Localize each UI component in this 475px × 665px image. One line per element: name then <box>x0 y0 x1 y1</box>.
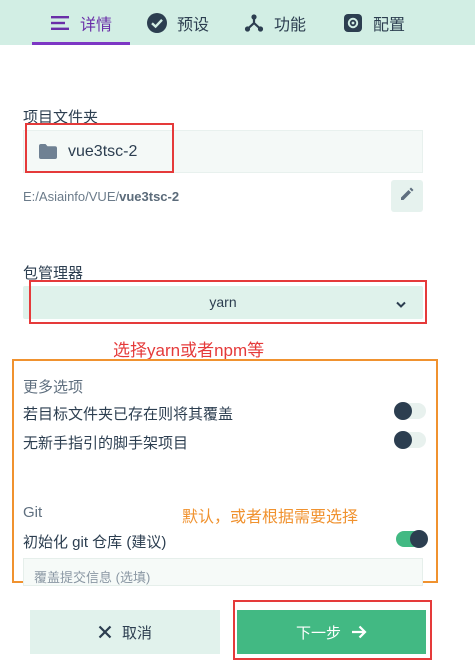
tab-features[interactable]: 功能 <box>244 0 306 45</box>
active-tab-indicator <box>32 42 130 45</box>
cancel-button[interactable]: 取消 <box>30 610 220 654</box>
no-guide-label: 无新手指引的脚手架项目 <box>23 435 189 452</box>
git-init-label: 初始化 git 仓库 (建议) <box>23 534 167 551</box>
annotation-select-box <box>29 280 427 324</box>
check-circle-icon <box>147 12 167 33</box>
overwrite-label: 若目标文件夹已存在则将其覆盖 <box>23 406 234 423</box>
folder-path-name: vue3tsc-2 <box>119 189 180 204</box>
edit-path-button[interactable] <box>391 180 423 212</box>
tab-config[interactable]: 配置 <box>343 0 405 45</box>
commit-message-input[interactable]: 覆盖提交信息 (选填) <box>23 558 423 586</box>
gear-icon <box>343 13 363 33</box>
pencil-icon <box>400 187 414 206</box>
tab-details[interactable]: 详情 <box>50 0 112 45</box>
annotation-default-note: 默认，或者根据需要选择 <box>182 509 359 526</box>
annotation-select-note: 选择yarn或者npm等 <box>113 341 265 360</box>
tab-label: 功能 <box>274 16 307 34</box>
toggle-knob <box>394 402 412 420</box>
tab-label: 配置 <box>373 16 406 34</box>
toggle-knob <box>394 431 412 449</box>
branch-icon <box>244 13 264 33</box>
toggle-knob <box>410 530 428 548</box>
annotation-folder-box <box>25 123 174 173</box>
git-init-toggle[interactable] <box>396 530 428 548</box>
cancel-label: 取消 <box>121 624 152 642</box>
tab-label: 详情 <box>80 16 113 34</box>
folder-path-prefix: E:/Asiainfo/VUE/ <box>23 189 120 204</box>
no-guide-toggle[interactable] <box>394 431 426 449</box>
git-section-label: Git <box>23 504 43 521</box>
tab-label: 预设 <box>177 16 210 34</box>
tab-presets[interactable]: 预设 <box>147 0 209 45</box>
folder-path: E:/Asiainfo/VUE/vue3tsc-2 <box>23 189 179 204</box>
tab-bar: 详情 预设 功能 配置 <box>0 0 475 45</box>
annotation-next-box <box>233 600 432 660</box>
more-options-label: 更多选项 <box>23 379 84 396</box>
overwrite-toggle[interactable] <box>394 402 426 420</box>
list-icon <box>50 13 70 33</box>
close-icon <box>98 625 112 639</box>
